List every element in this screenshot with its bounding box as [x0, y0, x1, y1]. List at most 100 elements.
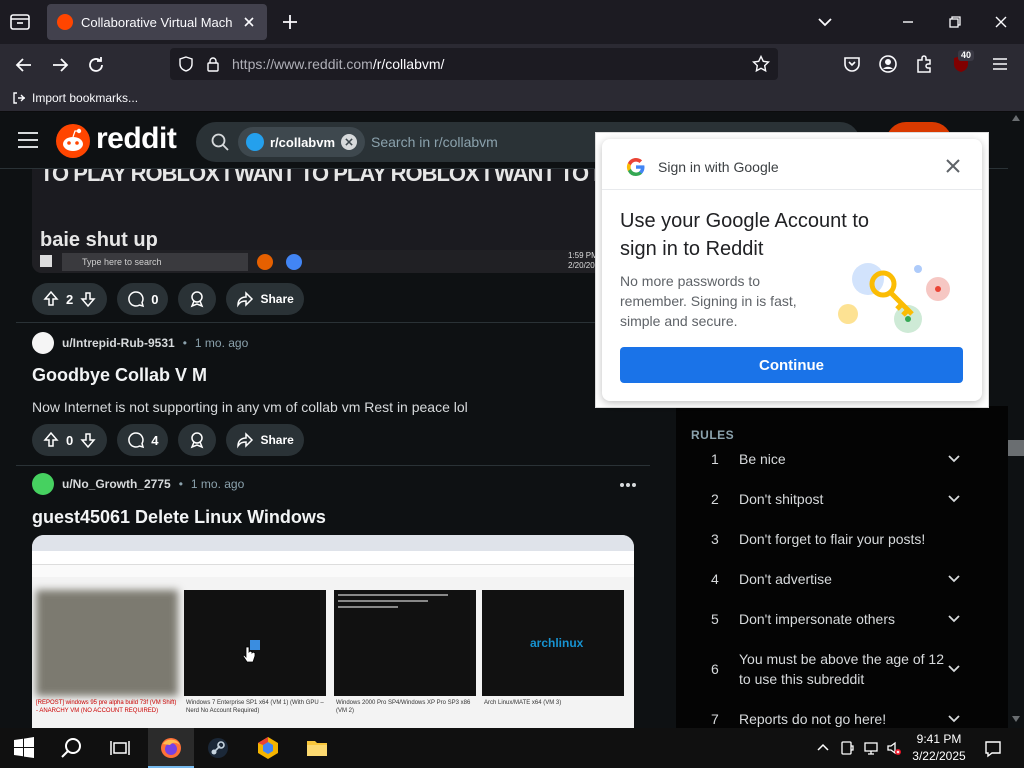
rule-item[interactable]: 4 Don't advertise — [691, 569, 961, 589]
steam-taskbar-icon[interactable] — [206, 736, 230, 760]
remove-chip-icon[interactable] — [341, 134, 358, 150]
award-button[interactable] — [178, 424, 217, 456]
browser-tab[interactable]: Collaborative Virtual Machines! — [47, 4, 267, 40]
comments-button[interactable]: 4 — [117, 424, 169, 456]
rule-item[interactable]: 1 Be nice — [691, 449, 961, 469]
upvote-icon[interactable] — [42, 290, 60, 308]
lock-icon[interactable] — [206, 56, 220, 72]
share-button[interactable]: Share — [226, 283, 304, 315]
more-options-icon[interactable] — [618, 481, 638, 489]
scroll-down-icon[interactable] — [1012, 716, 1020, 722]
share-button[interactable]: Share — [226, 424, 304, 456]
scroll-up-icon[interactable] — [1012, 115, 1020, 121]
device-tray-icon[interactable] — [839, 740, 855, 756]
rule-item[interactable]: 2 Don't shitpost — [691, 489, 961, 509]
task-view-icon[interactable] — [108, 736, 132, 760]
upvote-icon[interactable] — [42, 431, 60, 449]
popup-description: No more passwords to remember. Signing i… — [620, 273, 797, 329]
vote-group: 0 — [32, 424, 108, 456]
tab-overflow-chevron-icon[interactable] — [816, 14, 834, 30]
import-bookmarks-link[interactable]: Import bookmarks... — [12, 91, 138, 105]
close-popup-icon[interactable] — [944, 157, 962, 175]
post-title[interactable]: Goodbye Collab V M — [32, 365, 207, 386]
restore-icon[interactable] — [945, 12, 965, 32]
downvote-icon[interactable] — [79, 431, 97, 449]
account-icon[interactable] — [878, 54, 898, 74]
vm-thumbnail-blurred — [36, 590, 178, 696]
subreddit-search-chip[interactable]: r/collabvm — [238, 127, 366, 157]
windows-start-icon[interactable] — [12, 736, 36, 760]
popup-divider — [602, 189, 982, 190]
file-explorer-taskbar-icon[interactable] — [305, 736, 329, 760]
system-clock[interactable]: 9:41 PM 3/22/2025 — [904, 731, 974, 765]
minimize-icon[interactable] — [898, 12, 918, 32]
google-g-logo-icon — [626, 157, 645, 177]
google-signin-card: Sign in with Google Use your Google Acco… — [602, 139, 982, 401]
comment-icon — [128, 291, 145, 308]
google-signin-popup: Sign in with Google Use your Google Acco… — [596, 133, 988, 407]
image-windows-logo-icon — [40, 255, 52, 267]
post-meta: u/Intrepid-Rub-9531 • 1 mo. ago — [32, 332, 248, 354]
rule-item[interactable]: 5 Don't impersonate others — [691, 609, 961, 629]
rules-heading: RULES — [691, 428, 735, 442]
rules-sidebar: RULES 1 Be nice 2 Don't shitpost 3 Don't fo… — [676, 406, 1008, 728]
post-screenshot[interactable]: archlinux [REPOST] windows 95 pre alpha … — [32, 535, 634, 728]
list-all-tabs-icon[interactable] — [8, 12, 32, 32]
pocket-icon[interactable] — [842, 54, 862, 74]
forward-arrow-icon[interactable] — [49, 54, 71, 76]
volume-muted-tray-icon[interactable] — [886, 740, 902, 756]
url-text[interactable]: https://www.reddit.com/r/collabvm/ — [232, 56, 444, 72]
award-button[interactable] — [178, 283, 217, 315]
close-window-icon[interactable] — [991, 12, 1011, 32]
google-signin-header-text: Sign in with Google — [658, 159, 779, 175]
chevron-down-icon — [948, 665, 960, 673]
chevron-down-icon — [948, 455, 960, 463]
close-tab-icon[interactable] — [241, 14, 257, 30]
avatar[interactable] — [32, 332, 54, 354]
app-hexagon-taskbar-icon[interactable] — [256, 736, 280, 760]
notifications-icon[interactable] — [984, 740, 1002, 758]
post-title[interactable]: guest45061 Delete Linux Windows — [32, 507, 326, 528]
vm-thumbnail-terminal — [334, 590, 476, 696]
downvote-icon[interactable] — [79, 290, 97, 308]
show-hidden-icons-icon[interactable] — [815, 740, 831, 756]
post-body[interactable]: Now Internet is not supporting in any vm… — [32, 399, 468, 415]
rule-item[interactable]: 6 You must be above the age of 12 to use … — [691, 649, 961, 689]
screen: Collaborative Virtual Machines! — [0, 0, 1024, 768]
rule-item[interactable]: 3 Don't forget to flair your posts! — [691, 529, 961, 549]
address-bar[interactable]: https://www.reddit.com/r/collabvm/ — [170, 48, 778, 80]
continue-button[interactable]: Continue — [620, 347, 963, 383]
extensions-icon[interactable] — [914, 54, 934, 74]
rule-item[interactable]: 7 Reports do not go here! — [691, 709, 961, 728]
avatar[interactable] — [32, 473, 54, 495]
post-image[interactable]: TO PLAY ROBLOX I WANT TO PLAY ROBLOX I W… — [32, 169, 612, 273]
page-scrollbar[interactable] — [1008, 113, 1024, 728]
new-tab-icon[interactable] — [280, 12, 300, 32]
scrollbar-thumb[interactable] — [1008, 440, 1024, 456]
network-tray-icon[interactable] — [863, 740, 879, 756]
image-chrome-icon — [286, 254, 302, 270]
import-bookmarks-label: Import bookmarks... — [32, 91, 139, 105]
post-meta: u/No_Growth_2775 • 1 mo. ago — [32, 473, 244, 495]
reddit-wordmark[interactable]: reddit — [96, 122, 177, 156]
tracking-shield-icon[interactable] — [178, 56, 194, 72]
google-signin-header: Sign in with Google — [626, 157, 779, 177]
chevron-down-icon — [948, 495, 960, 503]
screenshot-address-bar — [32, 551, 634, 565]
hamburger-menu-icon[interactable] — [16, 129, 40, 151]
reddit-snoo-logo-icon[interactable] — [56, 124, 90, 158]
subreddit-chip-label: r/collabvm — [270, 134, 336, 150]
bookmark-star-icon[interactable] — [752, 55, 770, 73]
back-arrow-icon[interactable] — [13, 54, 35, 76]
post-author[interactable]: u/No_Growth_2775 — [62, 477, 171, 491]
reload-icon[interactable] — [85, 54, 107, 76]
clock-time: 9:41 PM — [916, 732, 962, 746]
post-author[interactable]: u/Intrepid-Rub-9531 — [62, 336, 175, 350]
comments-button[interactable]: 0 — [117, 283, 169, 315]
share-label: Share — [260, 433, 294, 447]
search-taskbar-icon[interactable] — [60, 736, 84, 760]
post-age: 1 mo. ago — [194, 336, 249, 350]
image-firefox-icon — [257, 254, 273, 270]
app-menu-icon[interactable] — [990, 54, 1010, 74]
firefox-taskbar-icon[interactable] — [159, 736, 183, 760]
